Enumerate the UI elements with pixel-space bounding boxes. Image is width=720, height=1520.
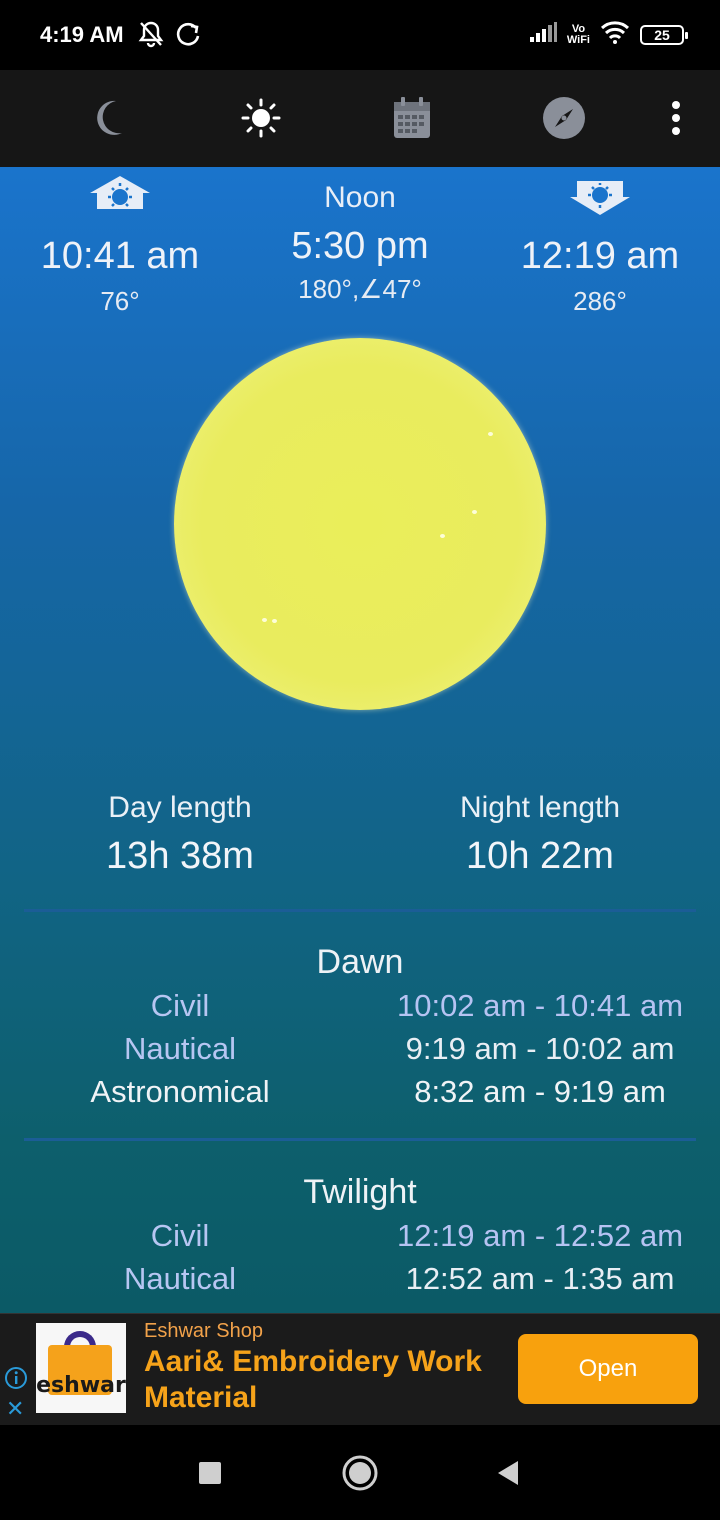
sunrise-column: 10:41 am 76°: [0, 167, 240, 317]
sunset-azimuth: 286°: [573, 286, 627, 316]
navigation-bar: [0, 1425, 720, 1520]
sunrise-azimuth: 76°: [100, 286, 140, 316]
sunset-time: 12:19 am: [520, 235, 680, 277]
ad-shop-name[interactable]: Eshwar Shop: [144, 1320, 263, 1343]
home-icon[interactable]: [338, 1451, 382, 1495]
sunset-column: 12:19 am 286°: [480, 167, 720, 317]
signal-icon: [529, 21, 557, 48]
noon-time: 5:30 pm: [291, 225, 429, 267]
battery-indicator: 25: [640, 24, 688, 45]
calendar-icon[interactable]: [384, 90, 440, 146]
noon-column: Noon 5:30 pm 180°,∠47°: [240, 167, 480, 305]
noon-label: Noon: [324, 181, 396, 214]
dawn-title: Dawn: [316, 943, 404, 981]
twilight-row-nautical: Nautical 12:52 am - 1:35 am: [0, 1261, 720, 1301]
recents-icon[interactable]: [188, 1451, 232, 1495]
sun-image: [174, 338, 546, 710]
row-label: Civil: [150, 1218, 210, 1253]
row-value: 8:32 am - 9:19 am: [414, 1074, 666, 1109]
ad-open-button[interactable]: Open: [518, 1334, 698, 1404]
compass-icon[interactable]: [536, 90, 592, 146]
sunset-icon: [480, 167, 720, 227]
row-label: Nautical: [124, 1031, 236, 1066]
noon-position: 180°,∠47°: [298, 274, 422, 304]
back-icon[interactable]: [486, 1451, 530, 1495]
row-value: 12:52 am - 1:35 am: [405, 1261, 675, 1296]
sunrise-time: 10:41 am: [40, 235, 200, 277]
row-label: Civil: [150, 988, 210, 1023]
row-value: 12:19 am - 12:52 am: [396, 1218, 684, 1253]
dawn-row-civil: Civil 10:02 am - 10:41 am: [0, 988, 720, 1028]
ad-logo[interactable]: eshwar: [36, 1323, 126, 1413]
divider: [24, 909, 696, 912]
night-length: Night length 10h 22m: [360, 791, 720, 878]
ad-info-icon[interactable]: [4, 1366, 28, 1395]
day-length-value: 13h 38m: [106, 835, 254, 877]
sync-icon: [174, 20, 202, 53]
dawn-row-astronomical: Astronomical 8:32 am - 9:19 am: [0, 1074, 720, 1114]
dawn-row-nautical: Nautical 9:19 am - 10:02 am: [0, 1031, 720, 1071]
ad-banner[interactable]: ✕ eshwar Eshwar Shop Aari& Embroidery Wo…: [0, 1313, 720, 1425]
status-bar: 4:19 AM Vo WiFi 25: [0, 0, 720, 70]
night-length-value: 10h 22m: [466, 835, 614, 877]
row-value: 9:19 am - 10:02 am: [405, 1031, 675, 1066]
row-label: Astronomical: [90, 1074, 270, 1109]
wifi-icon: [600, 20, 630, 49]
divider: [24, 1138, 696, 1141]
toolbar: [0, 70, 720, 167]
twilight-title: Twilight: [303, 1173, 417, 1211]
row-label: Nautical: [124, 1261, 236, 1296]
sun-info-panel: 10:41 am 76° Noon 5:30 pm 180°,∠47° 12:1…: [0, 167, 720, 1313]
ad-close-icon[interactable]: ✕: [6, 1398, 24, 1420]
day-length: Day length 13h 38m: [0, 791, 360, 878]
status-time: 4:19 AM: [40, 22, 124, 47]
sunrise-icon: [0, 167, 240, 227]
twilight-row-civil: Civil 12:19 am - 12:52 am: [0, 1218, 720, 1258]
vowifi-indicator: Vo WiFi: [566, 22, 590, 46]
sun-icon[interactable]: [233, 90, 289, 146]
more-vert-icon[interactable]: [648, 90, 704, 146]
moon-icon[interactable]: [82, 90, 138, 146]
row-value: 10:02 am - 10:41 am: [396, 988, 684, 1023]
night-length-label: Night length: [459, 791, 621, 824]
day-length-label: Day length: [108, 791, 252, 824]
ad-headline[interactable]: Aari& Embroidery Work Material: [144, 1344, 514, 1416]
notifications-muted-icon: [138, 20, 164, 53]
